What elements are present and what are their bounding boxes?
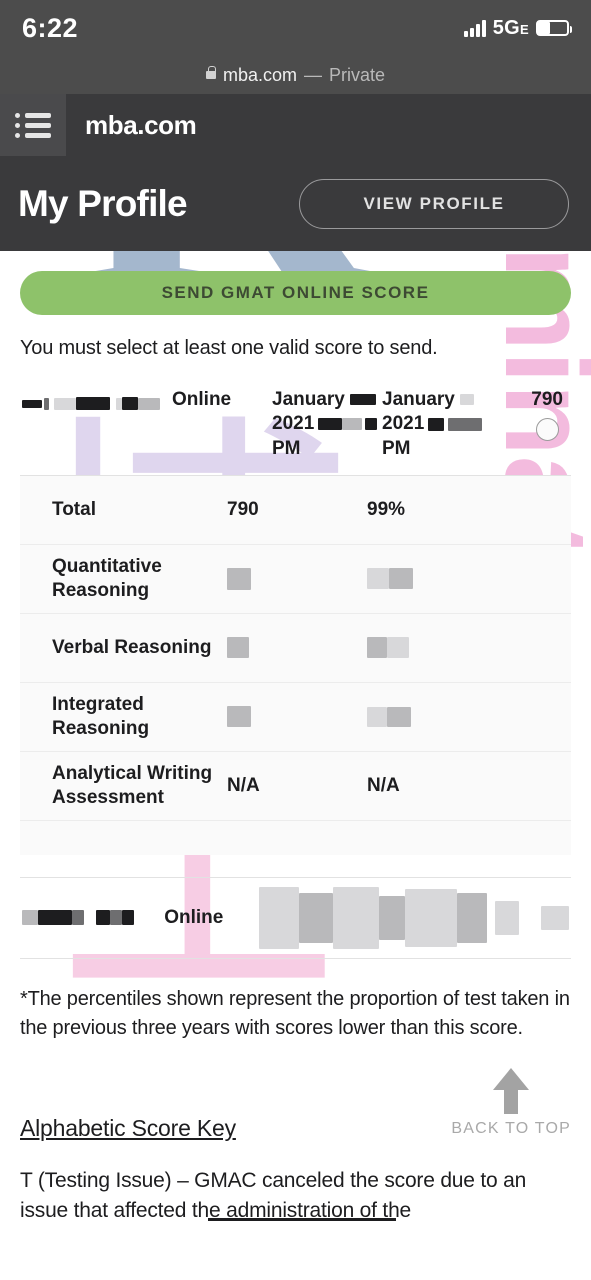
status-bar: 6:22 5GE: [0, 0, 591, 56]
network-label: 5GE: [492, 16, 529, 39]
secondary-details-redacted: [259, 886, 569, 949]
back-to-top-label: BACK TO TOP: [451, 1120, 571, 1137]
view-profile-button[interactable]: VIEW PROFILE: [299, 178, 569, 229]
score-total-value: 790: [531, 389, 563, 410]
row-label: Verbal Reasoning: [52, 637, 212, 659]
table-row: Total 790 99%: [20, 476, 571, 545]
url-separator: —: [304, 64, 322, 85]
score-delivery-mode: Online: [172, 389, 232, 410]
date2-line1: January: [382, 389, 455, 410]
table-bottom-padding: [20, 821, 571, 855]
score-card-secondary-row: Online: [20, 876, 571, 959]
table-row: Verbal Reasoning: [20, 614, 571, 683]
menu-button[interactable]: [0, 94, 66, 156]
score-test-date-1: January 2021 PM: [272, 388, 382, 461]
browser-url-bar[interactable]: mba.com — Private: [0, 56, 591, 94]
percentile-footnote: *The percentiles shown represent the pro…: [20, 987, 570, 1039]
row-score-redacted: [227, 637, 367, 659]
url-private-label: Private: [329, 64, 386, 85]
page-title: My Profile: [18, 182, 188, 224]
secondary-delivery-mode: Online: [164, 906, 224, 928]
row-score: N/A: [227, 774, 260, 796]
row-score-redacted: [227, 567, 367, 590]
row-percentile-redacted: [367, 637, 517, 659]
date2-line2: 2021: [382, 413, 425, 435]
table-row: Analytical Writing Assessment N/A N/A: [20, 752, 571, 821]
row-percentile: N/A: [367, 774, 400, 796]
lock-icon: [205, 66, 216, 79]
date2-line3: PM: [382, 437, 411, 459]
row-label: Integrated Reasoning: [52, 694, 150, 739]
row-percentile-redacted: [367, 568, 517, 590]
alphabetic-score-key-link[interactable]: Alphabetic Score Key: [20, 1115, 236, 1142]
arrow-up-icon: [493, 1068, 530, 1114]
date1-line1: January: [272, 389, 345, 410]
signal-bars-icon: [463, 19, 486, 37]
score-card: Online January 2021 PM January 2021 PM 7…: [20, 384, 571, 959]
list-menu-icon: [15, 112, 51, 138]
score-breakdown-table: Total 790 99% Quantitative Reasoning Ver…: [20, 475, 571, 855]
status-bar-time: 6:22: [22, 12, 79, 43]
score-test-date-2: January 2021 PM: [382, 388, 492, 461]
url-host: mba.com: [222, 64, 297, 85]
row-label: Analytical Writing Assessment: [52, 763, 213, 808]
score-card-header-row: Online January 2021 PM January 2021 PM 7…: [20, 384, 571, 476]
score-select-radio[interactable]: [535, 418, 559, 442]
row-percentile-redacted: [367, 706, 517, 728]
row-label: Total: [52, 499, 96, 521]
send-gmat-online-score-button[interactable]: SEND GMAT ONLINE SCORE: [20, 271, 571, 315]
table-row: Integrated Reasoning: [20, 683, 571, 752]
back-to-top-button[interactable]: BACK TO TOP: [451, 1068, 571, 1138]
score-candidate-name-redacted: [22, 388, 172, 416]
secondary-name-redacted: [22, 909, 164, 927]
row-score-redacted: [227, 706, 367, 728]
date1-line3: PM: [272, 437, 301, 459]
brand-logo[interactable]: mba.com: [66, 94, 197, 156]
score-total-header: 790: [531, 388, 569, 442]
score-key-entry-text: T (Testing Issue) – GMAC canceled the sc…: [20, 1168, 527, 1222]
site-nav-bar: mba.com: [0, 94, 591, 156]
score-key-entry: T (Testing Issue) – GMAC canceled the sc…: [20, 1166, 571, 1226]
row-label: Quantitative Reasoning: [52, 556, 162, 601]
status-bar-indicators: 5GE: [463, 16, 572, 40]
date1-line2: 2021: [272, 413, 315, 435]
battery-icon: [536, 20, 572, 36]
app-screenshot: 6:22 5GE mba.com — Private mba.com My Pr…: [0, 0, 591, 1280]
table-row: Quantitative Reasoning: [20, 545, 571, 614]
page-header: My Profile VIEW PROFILE: [0, 156, 591, 251]
row-percentile: 99%: [367, 498, 406, 520]
row-score: 790: [227, 498, 259, 520]
strikethrough-redaction: [208, 1217, 396, 1221]
validation-message: You must select at least one valid score…: [20, 337, 438, 359]
